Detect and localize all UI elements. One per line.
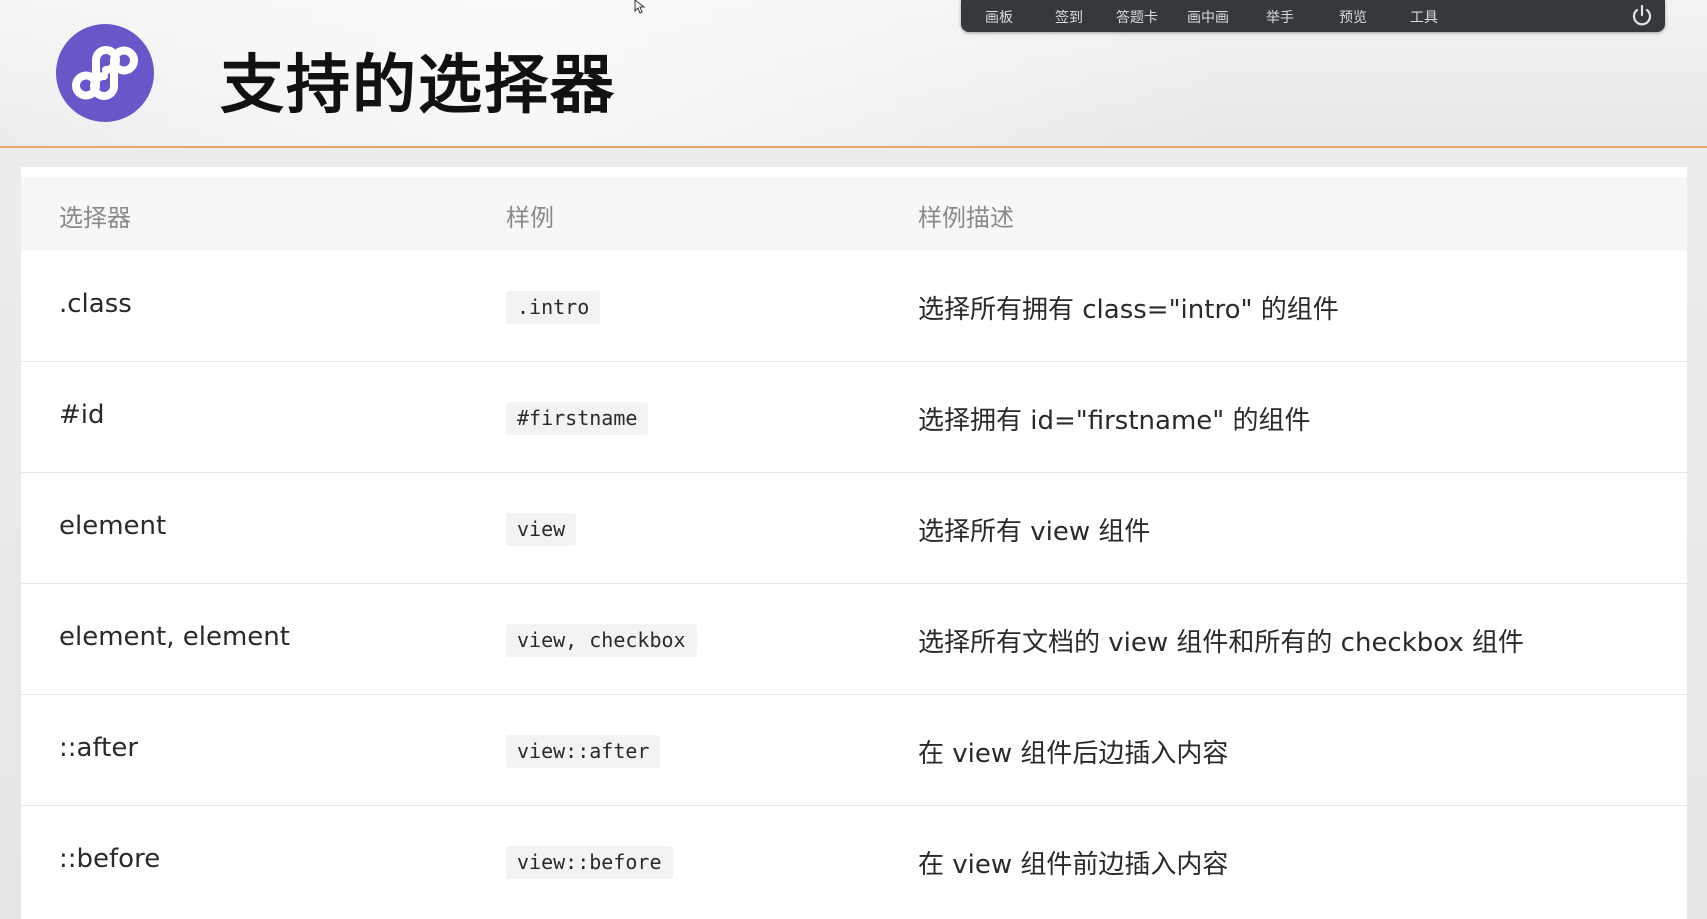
page-title: 支持的选择器 (220, 49, 616, 123)
selector-cell: .class (59, 289, 132, 319)
toolbar-item-raise-hand[interactable]: 举手 (1266, 7, 1294, 27)
toolbar-item-whiteboard[interactable]: 画板 (985, 7, 1013, 27)
column-header-description: 样例描述 (918, 204, 1014, 232)
table-row: element view 选择所有 view 组件 (21, 473, 1687, 584)
description-cell: 选择所有 view 组件 (918, 517, 1151, 547)
power-icon[interactable] (1629, 3, 1655, 29)
toolbar-item-preview[interactable]: 预览 (1339, 7, 1367, 27)
table-header: 选择器 样例 样例描述 (21, 177, 1687, 251)
table-row: ::before view::before 在 view 组件前边插入内容 (21, 806, 1687, 916)
example-code: #firstname (506, 402, 649, 435)
selector-cell: element (59, 511, 167, 541)
toolbar-item-checkin[interactable]: 签到 (1055, 7, 1083, 27)
description-cell: 选择所有拥有 class="intro" 的组件 (918, 295, 1339, 325)
selector-cell: #id (59, 400, 105, 430)
table-row: #id #firstname 选择拥有 id="firstname" 的组件 (21, 362, 1687, 473)
description-cell: 选择所有文档的 view 组件和所有的 checkbox 组件 (918, 628, 1525, 658)
table-row: ::after view::after 在 view 组件后边插入内容 (21, 695, 1687, 806)
example-code: view, checkbox (506, 624, 697, 657)
example-code: view::after (506, 735, 661, 768)
description-cell: 选择拥有 id="firstname" 的组件 (918, 406, 1311, 436)
mouse-cursor-icon (634, 0, 646, 14)
example-code: view::before (506, 846, 673, 879)
selector-cell: ::before (59, 844, 161, 874)
slide: 支持的选择器 画板 签到 答题卡 画中画 举手 预览 工具 选择器 样例 样例描… (0, 0, 1707, 919)
table-row: element, element view, checkbox 选择所有文档的 … (21, 584, 1687, 695)
column-header-example: 样例 (506, 204, 554, 232)
selector-cell: ::after (59, 733, 139, 763)
toolbar-item-tools[interactable]: 工具 (1410, 7, 1438, 27)
selector-table: 选择器 样例 样例描述 .class .intro 选择所有拥有 class="… (21, 167, 1687, 919)
toolbar-item-picture-in-picture[interactable]: 画中画 (1187, 7, 1229, 27)
mini-program-logo-icon (56, 24, 154, 122)
description-cell: 在 view 组件前边插入内容 (918, 850, 1229, 880)
selector-cell: element, element (59, 622, 290, 652)
column-header-selector: 选择器 (59, 204, 131, 232)
description-cell: 在 view 组件后边插入内容 (918, 739, 1229, 769)
presenter-toolbar: 画板 签到 答题卡 画中画 举手 预览 工具 (961, 0, 1665, 32)
example-code: view (506, 513, 577, 546)
table-row: .class .intro 选择所有拥有 class="intro" 的组件 (21, 251, 1687, 362)
toolbar-item-answer-card[interactable]: 答题卡 (1116, 7, 1158, 27)
example-code: .intro (506, 291, 601, 324)
